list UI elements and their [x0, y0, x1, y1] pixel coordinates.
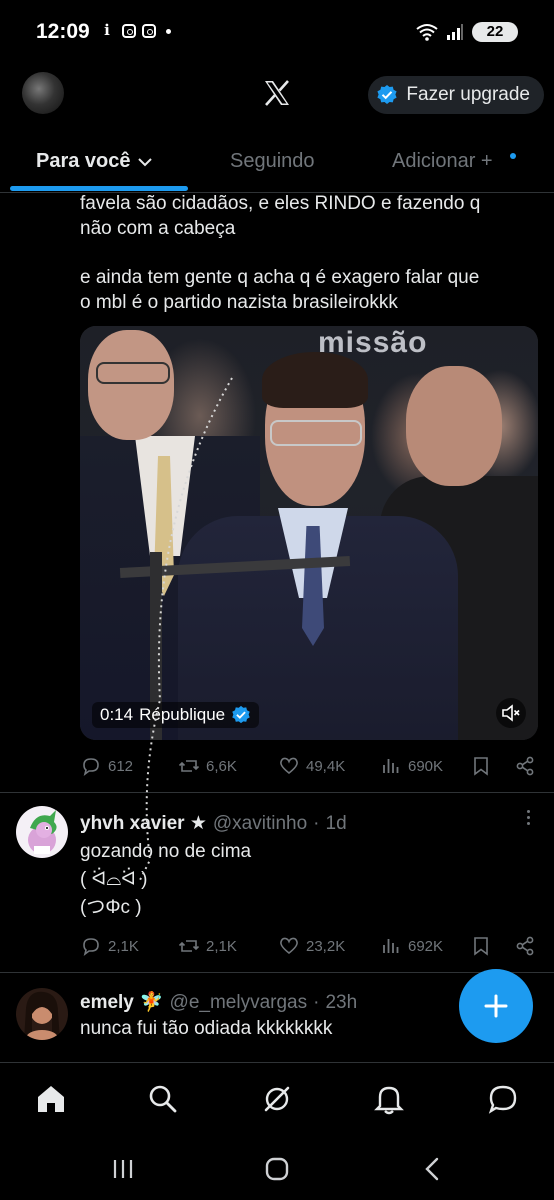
status-notification-icons: ℹ	[98, 22, 171, 40]
views-count: 692K	[408, 937, 444, 955]
notifications-icon[interactable]	[372, 1082, 406, 1116]
instagram-icon	[122, 24, 136, 38]
video-info-overlay: 0:14 République	[92, 702, 260, 728]
share-icon	[516, 936, 534, 956]
views-button[interactable]: 690K	[380, 755, 443, 777]
avatar-image	[16, 806, 68, 858]
repost-count: 2,1K	[206, 937, 237, 955]
video-glasses	[270, 420, 362, 446]
status-time: 12:09	[36, 20, 90, 43]
video-head	[88, 330, 174, 440]
more-options-icon[interactable]	[524, 810, 532, 825]
fairy-emoji: 🧚	[139, 992, 164, 1013]
post-time: 1d	[325, 813, 347, 834]
share-button[interactable]	[514, 935, 536, 957]
speaker-muted-icon	[502, 704, 520, 722]
views-button[interactable]: 692K	[380, 935, 443, 957]
post-time: 23h	[325, 992, 358, 1013]
bookmark-icon	[474, 937, 488, 956]
reply-avatar[interactable]	[16, 806, 68, 858]
like-button[interactable]: 23,2K	[278, 935, 345, 957]
tab-following[interactable]: Seguindo	[230, 150, 315, 173]
reply-button[interactable]: 2,1K	[80, 935, 139, 957]
grok-icon[interactable]	[260, 1082, 294, 1116]
reply-avatar[interactable]	[16, 988, 68, 1040]
display-name[interactable]: emely	[80, 992, 134, 1014]
like-count: 23,2K	[306, 937, 346, 955]
post-text: favela são cidadãos, e eles RINDO e faze…	[80, 193, 481, 239]
plus-icon	[484, 994, 508, 1018]
like-count: 49,4K	[306, 757, 346, 775]
separator-dot: ·	[313, 813, 320, 834]
messages-icon[interactable]	[486, 1082, 520, 1116]
repost-icon	[178, 760, 200, 772]
dot-icon	[166, 28, 171, 34]
source-label: République	[139, 705, 226, 724]
bookmark-button[interactable]	[470, 755, 492, 777]
verified-badge-icon	[377, 85, 398, 104]
video-time: 0:14	[100, 705, 134, 724]
display-name[interactable]: yhvh xavier ★	[80, 812, 207, 835]
new-indicator-dot	[510, 153, 516, 159]
upgrade-label: Fazer upgrade	[406, 84, 530, 105]
x-logo-icon	[265, 80, 289, 106]
repost-count: 6,6K	[206, 757, 237, 775]
reply-button[interactable]: 612	[80, 755, 133, 777]
battery-icon: 22	[472, 22, 518, 42]
status-system-icons: 22	[416, 22, 518, 42]
video-person	[406, 366, 502, 486]
chevron-down-icon	[137, 157, 152, 166]
home-system-icon[interactable]	[262, 1154, 292, 1184]
signal-icon	[447, 24, 463, 40]
repost-button[interactable]: 2,1K	[178, 935, 237, 957]
reply-text: gozando no de cima ( ᐛ⌓ᐛ ) (つΦc )	[80, 841, 252, 918]
post-text: e ainda tem gente q acha q é exagero fal…	[80, 267, 480, 313]
reply-icon	[83, 758, 99, 776]
like-button[interactable]: 49,4K	[278, 755, 345, 777]
user-handle[interactable]: @e_melyvargas	[170, 992, 308, 1014]
recent-apps-icon[interactable]	[108, 1154, 138, 1184]
compose-button[interactable]	[459, 969, 533, 1043]
reply-icon	[83, 938, 99, 956]
share-icon	[516, 756, 534, 776]
video-hair	[262, 352, 368, 408]
reply-header: emely 🧚 @e_melyvargas · 23h	[80, 990, 357, 1014]
search-icon[interactable]	[146, 1082, 180, 1116]
reply-text: nunca fui tão odiada kkkkkkkk	[80, 1018, 333, 1039]
repost-button[interactable]: 6,6K	[178, 755, 237, 777]
bookmark-button[interactable]	[470, 935, 492, 957]
user-handle[interactable]: @xavitinho	[213, 813, 307, 835]
heart-icon	[280, 757, 298, 775]
views-count: 690K	[408, 757, 444, 775]
share-button[interactable]	[514, 755, 536, 777]
info-icon: ℹ	[104, 22, 110, 39]
wifi-icon	[416, 24, 438, 41]
bookmark-icon	[474, 757, 488, 776]
reply-count: 612	[108, 757, 134, 775]
post-video[interactable]: missão 0:14 République	[80, 326, 538, 740]
views-icon	[383, 759, 399, 773]
tab-add[interactable]: Adicionar +	[392, 150, 493, 173]
reply-count: 2,1K	[108, 937, 139, 955]
heart-icon	[280, 937, 298, 955]
mute-button[interactable]	[496, 698, 526, 728]
home-icon[interactable]	[34, 1082, 68, 1116]
back-icon[interactable]	[418, 1154, 448, 1184]
video-glasses	[96, 362, 170, 384]
profile-avatar[interactable]	[22, 72, 64, 114]
post-divider	[0, 792, 554, 793]
instagram-icon	[142, 24, 156, 38]
tab-label: Para você	[36, 150, 131, 172]
avatar-image	[16, 988, 68, 1040]
upgrade-button[interactable]: Fazer upgrade	[368, 76, 544, 114]
repost-icon	[178, 940, 200, 952]
reply-header: yhvh xavier ★ @xavitinho · 1d	[80, 812, 347, 835]
verified-badge-icon	[232, 705, 250, 724]
tab-for-you[interactable]: Para você	[36, 150, 153, 173]
separator-dot: ·	[313, 992, 320, 1013]
post-divider	[0, 972, 554, 973]
views-icon	[383, 939, 399, 953]
